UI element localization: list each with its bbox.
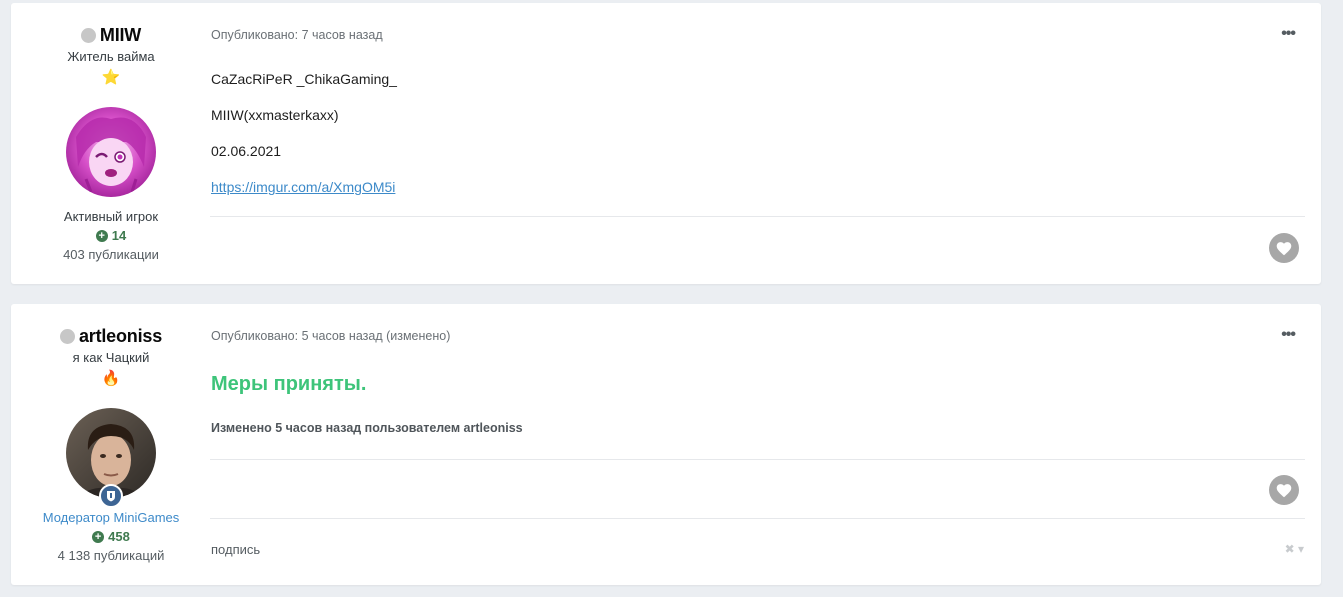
star-icon: ⭐: [101, 69, 121, 86]
author-title: Житель вайма: [67, 49, 155, 64]
content-line: CaZacRiPeR _ChikaGaming_: [211, 71, 397, 87]
author-group[interactable]: Модератор MiniGames: [11, 510, 211, 525]
author-name[interactable]: artleoniss: [79, 326, 162, 347]
content-line: MIIW(xxmasterkaxx): [211, 107, 339, 123]
reputation-value: 14: [111, 228, 127, 243]
posts-count: 403 публикации: [63, 247, 159, 262]
edited-note: Изменено 5 часов назад пользователем art…: [211, 421, 523, 435]
post-content: CaZacRiPeR _ChikaGaming_: [211, 71, 397, 87]
author-name[interactable]: MIIW: [100, 25, 141, 46]
post-options-button[interactable]: •••: [1281, 25, 1296, 43]
author-title: я как Чацкий: [72, 350, 150, 365]
signature-divider: [210, 518, 1305, 519]
post-2: artleoniss я как Чацкий 🔥 Модератор Mini…: [11, 304, 1321, 585]
divider: [210, 459, 1305, 460]
content-line: 02.06.2021: [211, 143, 282, 159]
post-headline: Меры приняты.: [211, 373, 367, 395]
heart-icon: [1276, 484, 1292, 498]
divider: [210, 216, 1305, 217]
fire-icon: 🔥: [101, 370, 121, 387]
post-1: MIIW Житель вайма ⭐ Активный игрок + 14 …: [11, 3, 1321, 284]
posts-count: 4 138 публикаций: [57, 548, 165, 563]
avatar[interactable]: [66, 107, 156, 197]
post-date[interactable]: Опубликовано: 5 часов назад (изменено): [211, 329, 450, 343]
post-date[interactable]: Опубликовано: 7 часов назад: [211, 28, 383, 42]
plus-circle-icon: +: [92, 530, 105, 543]
signature-hide-button[interactable]: ✖ ▾: [1285, 542, 1304, 556]
heart-icon: [1276, 242, 1292, 256]
post-options-button[interactable]: •••: [1281, 326, 1296, 344]
like-button[interactable]: [1269, 233, 1299, 263]
reputation[interactable]: + 458: [11, 529, 211, 544]
imgur-link[interactable]: https://imgur.com/a/XmgOM5i: [211, 179, 395, 195]
offline-status-icon: [59, 329, 75, 344]
signature-text: подпись: [211, 542, 261, 557]
plus-circle-icon: +: [95, 229, 108, 242]
reputation-value: 458: [108, 529, 130, 544]
moderator-badge-icon: [99, 484, 123, 508]
author-group: Активный игрок: [63, 209, 159, 224]
reputation[interactable]: + 14: [11, 228, 211, 243]
like-button[interactable]: [1269, 475, 1299, 505]
offline-status-icon: [80, 28, 96, 43]
